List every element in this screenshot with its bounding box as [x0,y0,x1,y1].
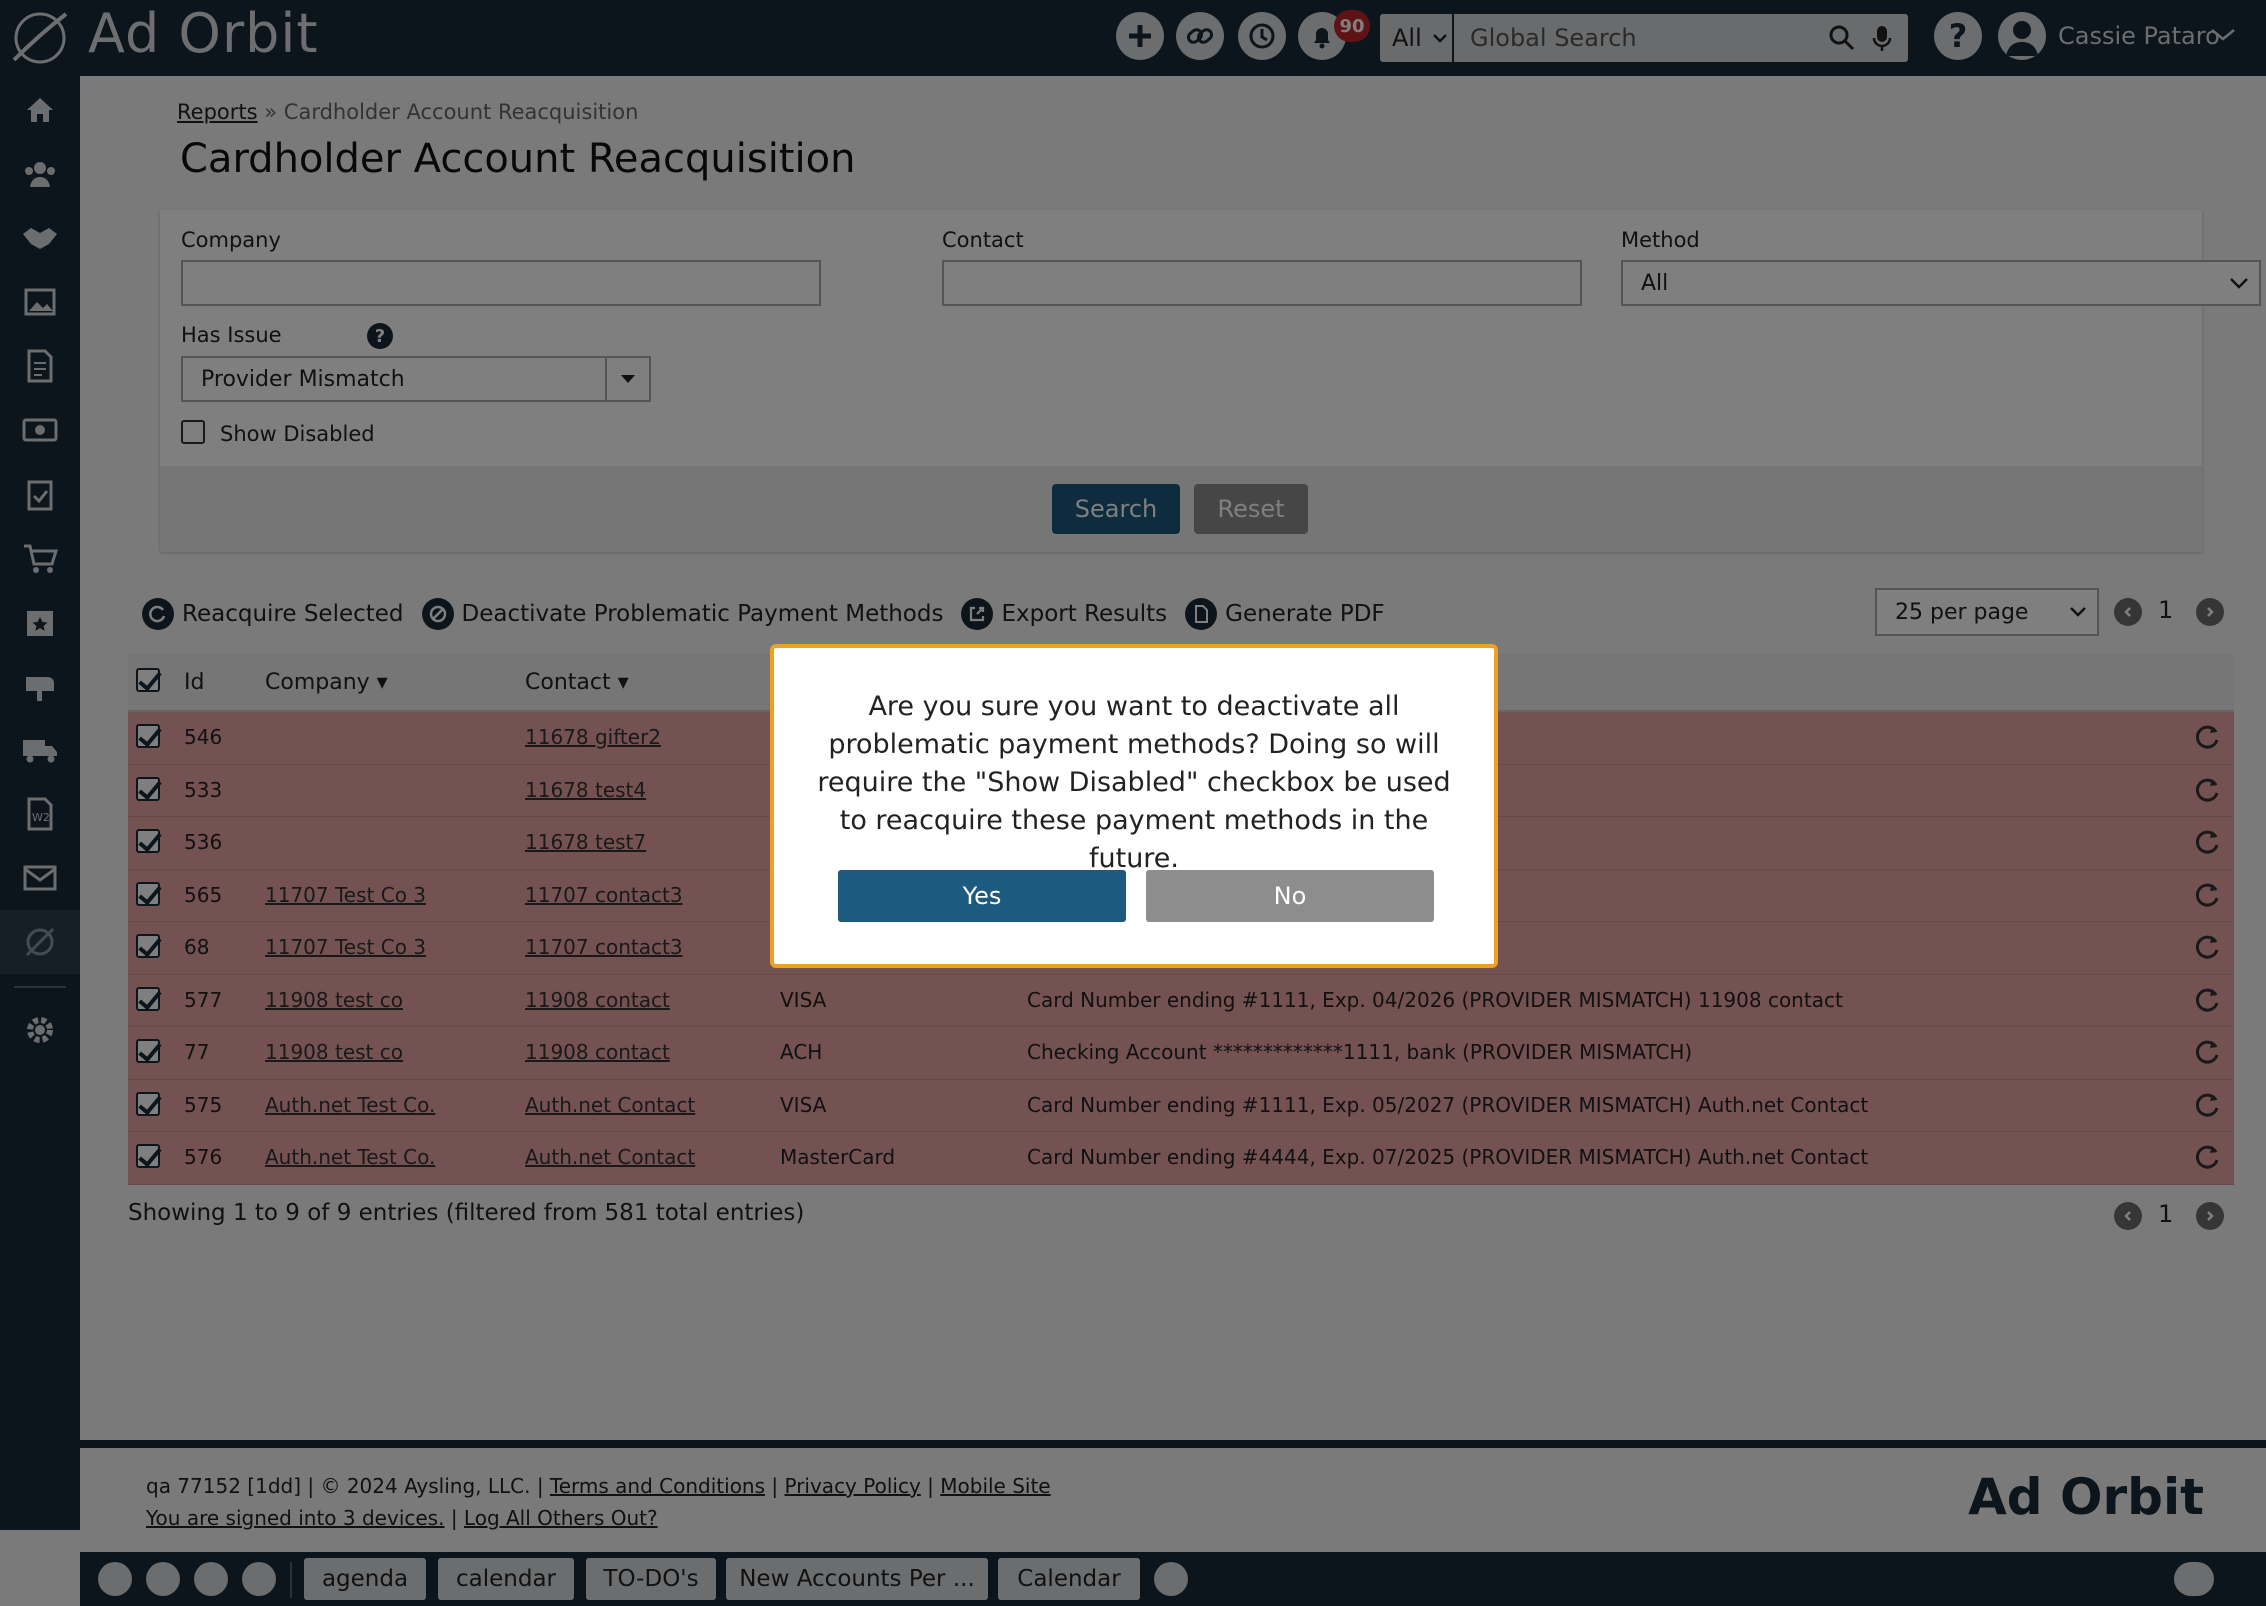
confirm-yes-button[interactable]: Yes [838,870,1126,922]
confirm-message: Are you sure you want to deactivate all … [817,691,1451,874]
confirm-dialog: Are you sure you want to deactivate all … [770,644,1498,968]
modal-backdrop[interactable]: Are you sure you want to deactivate all … [0,0,2266,1606]
confirm-no-button[interactable]: No [1146,870,1434,922]
